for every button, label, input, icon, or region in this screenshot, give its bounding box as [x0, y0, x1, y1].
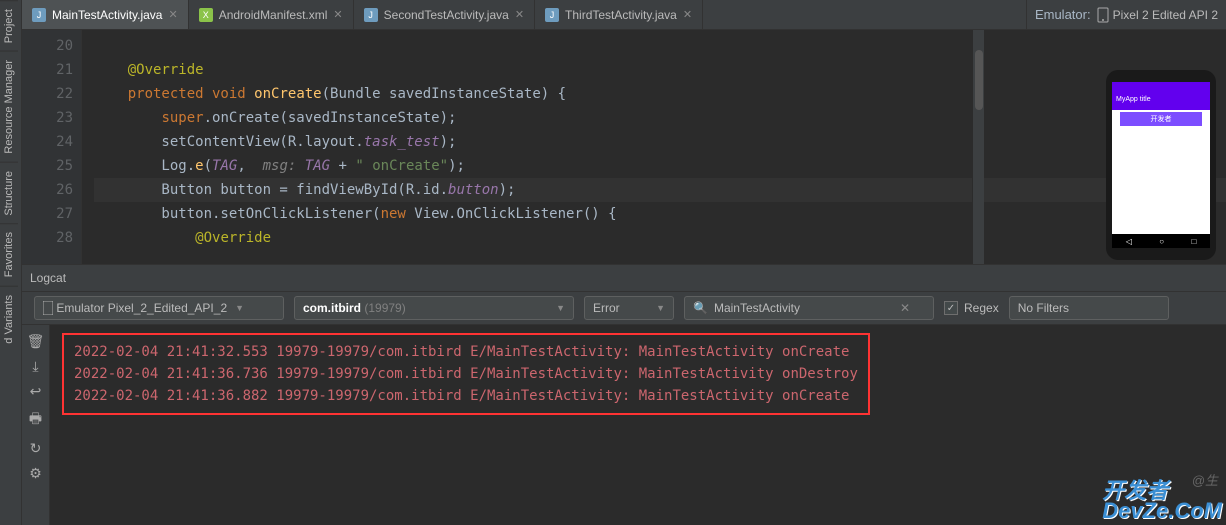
file-icon: J	[545, 8, 559, 22]
line-number[interactable]: 20	[22, 34, 73, 58]
device-button[interactable]: 开发者	[1120, 112, 1202, 126]
rail-structure[interactable]: Structure	[0, 162, 18, 224]
tab-label: ThirdTestActivity.java	[565, 8, 677, 22]
line-gutter: 202122232425262728	[22, 30, 82, 264]
device-statusbar	[1112, 82, 1210, 94]
log-line[interactable]: 2022-02-04 21:41:36.736 19979-19979/com.…	[74, 363, 858, 385]
line-number[interactable]: 25	[22, 154, 73, 178]
code-editor[interactable]: 202122232425262728 @Override protected v…	[22, 30, 1226, 264]
file-icon: J	[364, 8, 378, 22]
close-icon[interactable]: ✕	[333, 8, 342, 21]
line-number[interactable]: 27	[22, 202, 73, 226]
logcat-device-dropdown[interactable]: Emulator Pixel_2_Edited_API_2 ▼	[34, 296, 284, 320]
chevron-down-icon: ▼	[656, 303, 665, 313]
chevron-down-icon: ▼	[235, 303, 244, 313]
code-line[interactable]: protected void onCreate(Bundle savedInst…	[94, 82, 1226, 106]
log-highlight-box: 2022-02-04 21:41:32.553 19979-19979/com.…	[62, 333, 870, 415]
line-number[interactable]: 23	[22, 106, 73, 130]
file-icon: X	[199, 8, 213, 22]
rail-resource-manager[interactable]: Resource Manager	[0, 51, 18, 162]
logcat-search-input[interactable]	[714, 301, 894, 315]
clear-search-icon[interactable]: ✕	[900, 301, 910, 315]
code-line[interactable]: Button button = findViewById(R.id.button…	[94, 178, 1226, 202]
search-icon: 🔍	[693, 301, 708, 315]
logcat-package-name: com.itbird	[303, 301, 361, 315]
line-number[interactable]: 26	[22, 178, 73, 202]
code-line[interactable]: super.onCreate(savedInstanceState);	[94, 106, 1226, 130]
scroll-end-icon[interactable]: ⤓	[32, 358, 38, 375]
device-body	[1112, 128, 1210, 234]
emulator-device-name: Pixel 2 Edited API 2	[1113, 8, 1218, 22]
log-line[interactable]: 2022-02-04 21:41:36.882 19979-19979/com.…	[74, 385, 858, 407]
line-number[interactable]: 21	[22, 58, 73, 82]
left-tool-rail: Project Resource Manager Structure Favor…	[0, 0, 22, 525]
logcat-body: 🗑 ⤓ ↩ 🖶 ↻ ⚙ 2022-02-04 21:41:32.553 1997…	[22, 325, 1226, 525]
print-icon[interactable]: 🖶	[29, 408, 42, 432]
code-line[interactable]: @Override	[94, 58, 1226, 82]
rail-build-variants[interactable]: d Variants	[0, 286, 18, 352]
rail-favorites[interactable]: Favorites	[0, 223, 18, 285]
close-icon[interactable]: ✕	[515, 8, 524, 21]
tab-label: AndroidManifest.xml	[219, 8, 328, 22]
tab-list: J MainTestActivity.java ✕ X AndroidManifest.…	[22, 0, 1026, 29]
scrollbar-thumb[interactable]	[975, 50, 983, 110]
logcat-device-label: Emulator Pixel_2_Edited_API_2	[56, 301, 227, 315]
code-line[interactable]	[94, 34, 1226, 58]
checkbox-box: ✓	[944, 301, 958, 315]
emulator-label: Emulator:	[1035, 7, 1091, 22]
soft-wrap-icon[interactable]: ↩	[30, 383, 42, 400]
logcat-title[interactable]: Logcat	[22, 265, 1226, 291]
device-screen[interactable]: MyApp title 开发者 ◁○□	[1112, 82, 1210, 248]
tab-label: MainTestActivity.java	[52, 8, 162, 22]
editor-tab[interactable]: X AndroidManifest.xml ✕	[189, 0, 354, 29]
line-number[interactable]: 24	[22, 130, 73, 154]
logcat-panel: Logcat Emulator Pixel_2_Edited_API_2 ▼ c…	[22, 264, 1226, 525]
editor-tab-bar: J MainTestActivity.java ✕ X AndroidManifest.…	[22, 0, 1226, 30]
logcat-level-dropdown[interactable]: Error ▼	[584, 296, 674, 320]
code-line[interactable]: button.setOnClickListener(new View.OnCli…	[94, 202, 1226, 226]
settings-icon[interactable]: ⚙	[29, 465, 42, 482]
editor-tab[interactable]: J MainTestActivity.java ✕	[22, 0, 189, 29]
log-line[interactable]: 2022-02-04 21:41:32.553 19979-19979/com.…	[74, 341, 858, 363]
close-icon[interactable]: ✕	[683, 8, 692, 21]
logcat-search-box[interactable]: 🔍 ✕	[684, 296, 934, 320]
device-appbar: MyApp title	[1112, 94, 1210, 110]
logcat-level-label: Error	[593, 301, 620, 315]
restart-icon[interactable]: ↻	[30, 440, 42, 457]
logcat-side-toolbar: 🗑 ⤓ ↩ 🖶 ↻ ⚙	[22, 325, 50, 525]
tab-label: SecondTestActivity.java	[384, 8, 509, 22]
logcat-package-pid: (19979)	[364, 301, 405, 315]
line-number[interactable]: 22	[22, 82, 73, 106]
logcat-filter-label: No Filters	[1018, 301, 1069, 315]
code-area[interactable]: @Override protected void onCreate(Bundle…	[82, 30, 1226, 264]
editor-tab[interactable]: J SecondTestActivity.java ✕	[354, 0, 535, 29]
regex-checkbox[interactable]: ✓ Regex	[944, 301, 999, 315]
regex-label: Regex	[964, 301, 999, 315]
close-icon[interactable]: ✕	[168, 8, 177, 21]
line-number[interactable]: 28	[22, 226, 73, 250]
phone-icon	[43, 301, 53, 315]
code-line[interactable]: setContentView(R.layout.task_test);	[94, 130, 1226, 154]
file-icon: J	[32, 8, 46, 22]
editor-scrollbar[interactable]	[972, 30, 984, 264]
editor-tab[interactable]: J ThirdTestActivity.java ✕	[535, 0, 703, 29]
emulator-panel: Emulator: Pixel 2 Edited API 2	[1026, 0, 1226, 29]
logcat-filter-bar: Emulator Pixel_2_Edited_API_2 ▼ com.itbi…	[22, 291, 1226, 325]
device-navbar: ◁○□	[1112, 234, 1210, 248]
emulator-device-selector[interactable]: Pixel 2 Edited API 2	[1097, 7, 1218, 23]
trash-icon[interactable]: 🗑	[27, 333, 45, 350]
watermark-brand: 开发者 DevZe.CoM	[1102, 481, 1222, 521]
chevron-down-icon: ▼	[556, 303, 565, 313]
logcat-filter-dropdown[interactable]: No Filters	[1009, 296, 1169, 320]
code-line[interactable]: Log.e(TAG, msg: TAG + " onCreate");	[94, 154, 1226, 178]
logcat-package-dropdown[interactable]: com.itbird (19979) ▼	[294, 296, 574, 320]
code-line[interactable]: @Override	[94, 226, 1226, 250]
logcat-output[interactable]: 2022-02-04 21:41:32.553 19979-19979/com.…	[50, 325, 1226, 525]
rail-project[interactable]: Project	[0, 0, 18, 51]
device-preview-frame: MyApp title 开发者 ◁○□	[1106, 70, 1216, 260]
phone-icon	[1097, 7, 1109, 23]
